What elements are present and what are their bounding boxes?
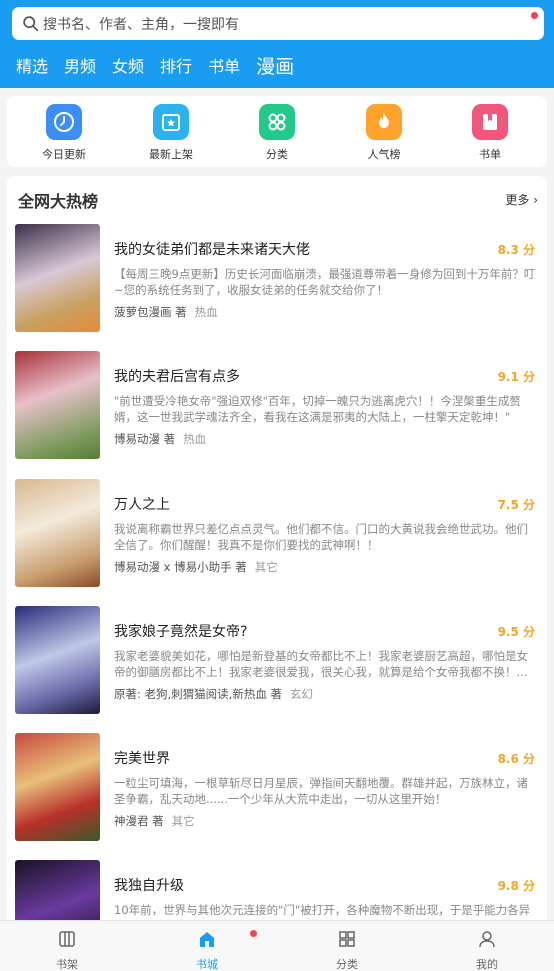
home-icon — [200, 932, 214, 947]
book-meta: 博易动漫 著热血 — [114, 431, 206, 447]
book-score: 9.1 分 — [497, 370, 535, 384]
book-item[interactable]: 完美世界 8.6 分 一粒尘可填海，一根草斩尽日月星辰，弹指间天翻地覆。群雄并起… — [15, 733, 543, 843]
tab-jingxuan[interactable]: 精选 — [16, 52, 48, 82]
book-genre: 热血 — [194, 305, 218, 319]
category-icon — [339, 931, 355, 947]
quick-entry-card: 今日更新 最新上架 分类 人气榜 书单 — [7, 96, 547, 167]
quick-label: 书单 — [479, 148, 501, 161]
book-meta: 神漫君 著其它 — [114, 813, 195, 829]
quick-today-update[interactable]: 今日更新 — [24, 104, 104, 162]
search-input[interactable]: 搜书名、作者、主角，一搜即有 — [12, 7, 544, 40]
notification-dot — [531, 12, 538, 19]
quick-label: 分类 — [266, 148, 288, 161]
quick-category[interactable]: 分类 — [237, 104, 317, 162]
nav-label: 书架 — [56, 958, 78, 971]
book-item[interactable]: 万人之上 7.5 分 我说离称霸世界只差亿点点灵气。他们都不信。门口的大黄说我会… — [15, 479, 543, 589]
flame-icon — [366, 104, 402, 140]
more-label: 更多 — [505, 193, 530, 207]
book-score: 8.6 分 — [497, 752, 535, 766]
book-desc: 一粒尘可填海，一根草斩尽日月星辰，弹指间天翻地覆。群雄并起，万族林立，诸圣争霸，… — [114, 776, 528, 806]
book-item[interactable]: 我的女徒弟们都是未来诸天大佬 8.3 分 【每周三晚9点更新】历史长河面临崩溃，… — [15, 224, 543, 334]
book-title: 我家娘子竟然是女帝? — [114, 624, 248, 640]
top-header: 搜书名、作者、主角，一搜即有 精选 男频 女频 排行 书单 漫画 — [0, 0, 554, 88]
grid-icon — [259, 104, 295, 140]
book-desc: "前世遭受冷艳女帝"强迫双修"百年，切掉一魄只为逃离虎穴！！今涅槃重生成赘婿，这… — [114, 394, 521, 424]
search-icon — [23, 16, 39, 32]
nav-category[interactable]: 分类 — [317, 929, 377, 971]
tab-shudan[interactable]: 书单 — [208, 52, 240, 82]
quick-label: 人气榜 — [367, 148, 401, 161]
book-meta: 博易动漫 x 博易小助手 著其它 — [114, 559, 278, 575]
book-desc: 我家老婆貌美如花，哪怕是新登基的女帝都比不上！我家老婆厨艺高超，哪怕是女帝的御膳… — [114, 649, 528, 679]
book-genre: 热血 — [183, 432, 207, 446]
book-cover — [15, 479, 100, 587]
user-icon — [479, 931, 495, 948]
book-cover — [15, 351, 100, 459]
bottom-nav: 书架 书城 分类 我的 — [0, 920, 554, 971]
section-title: 全网大热榜 — [18, 192, 99, 211]
hot-list-card: 全网大热榜 更多 › 我的女徒弟们都是未来诸天大佬 8.3 分 【每周三晚9点更… — [7, 176, 547, 936]
book-title: 我的女徒弟们都是未来诸天大佬 — [114, 242, 310, 258]
book-genre: 其它 — [171, 814, 195, 828]
nav-bookstore[interactable]: 书城 — [177, 929, 237, 971]
book-meta: 原著: 老狗,刺猬猫阅读,新热血 著玄幻 — [114, 686, 313, 702]
book-item[interactable]: 我的夫君后宫有点多 9.1 分 "前世遭受冷艳女帝"强迫双修"百年，切掉一魄只为… — [15, 351, 543, 461]
quick-new-release[interactable]: 最新上架 — [131, 104, 211, 162]
tab-manhua[interactable]: 漫画 — [256, 52, 294, 82]
nav-label: 我的 — [476, 958, 498, 971]
book-title: 我独自升级 — [114, 878, 184, 894]
nav-mine[interactable]: 我的 — [457, 929, 517, 971]
book-title: 万人之上 — [114, 497, 170, 513]
quick-popular[interactable]: 人气榜 — [344, 104, 424, 162]
quick-label: 最新上架 — [149, 148, 193, 161]
book-genre: 玄幻 — [290, 687, 313, 701]
book-score: 7.5 分 — [497, 498, 535, 512]
book-author: 菠萝包漫画 著 — [114, 305, 187, 319]
nav-label: 分类 — [336, 958, 358, 971]
clock-icon — [46, 104, 82, 140]
book-cover — [15, 606, 100, 714]
notification-dot — [250, 930, 257, 937]
book-cover — [15, 224, 100, 332]
star-box-icon — [153, 104, 189, 140]
book-score: 9.8 分 — [497, 879, 535, 893]
book-score: 9.5 分 — [497, 625, 535, 639]
tab-nvpin[interactable]: 女频 — [112, 52, 144, 82]
nav-label: 书城 — [196, 958, 218, 971]
book-icon — [472, 104, 508, 140]
book-meta: 菠萝包漫画 著热血 — [114, 304, 218, 320]
book-author: 原著: 老狗,刺猬猫阅读,新热血 著 — [114, 687, 282, 701]
book-author: 博易动漫 x 博易小助手 著 — [114, 560, 247, 574]
quick-booklist[interactable]: 书单 — [450, 104, 530, 162]
nav-bookshelf[interactable]: 书架 — [37, 929, 97, 971]
book-title: 完美世界 — [114, 751, 170, 767]
book-item[interactable]: 我家娘子竟然是女帝? 9.5 分 我家老婆貌美如花，哪怕是新登基的女帝都比不上！… — [15, 606, 543, 716]
book-score: 8.3 分 — [497, 243, 535, 257]
quick-label: 今日更新 — [42, 148, 86, 161]
book-cover — [15, 733, 100, 841]
channel-tabs: 精选 男频 女频 排行 书单 漫画 — [16, 52, 310, 82]
book-desc: 【每周三晚9点更新】历史长河面临崩溃，最强道尊带着一身修为回到十万年前？叮~您的… — [114, 267, 536, 297]
more-link[interactable]: 更多 › — [505, 191, 538, 208]
book-author: 神漫君 著 — [114, 814, 164, 828]
bookshelf-icon — [59, 931, 75, 947]
tab-nanpin[interactable]: 男频 — [64, 52, 96, 82]
book-title: 我的夫君后宫有点多 — [114, 369, 240, 385]
book-genre: 其它 — [254, 560, 278, 574]
tab-paihang[interactable]: 排行 — [160, 52, 192, 82]
book-desc: 我说离称霸世界只差亿点点灵气。他们都不信。门口的大黄说我会绝世武功。他们全信了。… — [114, 522, 528, 552]
search-placeholder: 搜书名、作者、主角，一搜即有 — [43, 16, 239, 33]
chevron-right-icon: › — [533, 193, 538, 207]
book-author: 博易动漫 著 — [114, 432, 176, 446]
